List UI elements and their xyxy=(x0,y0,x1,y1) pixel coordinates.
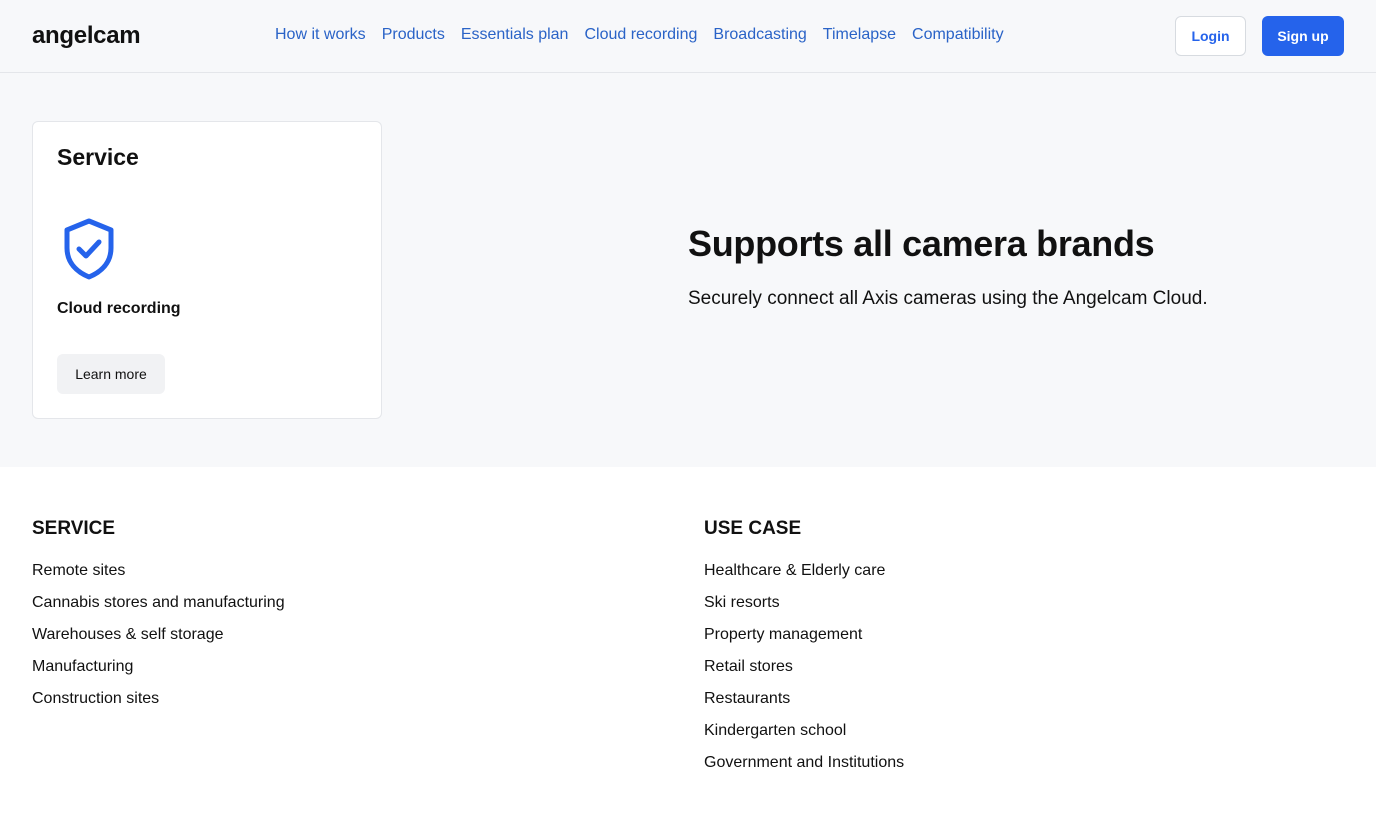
footer-link[interactable]: Manufacturing xyxy=(32,656,285,688)
card-title: Service xyxy=(57,144,139,170)
footer-link[interactable]: Healthcare & Elderly care xyxy=(704,560,904,592)
footer-use-case-list: Healthcare & Elderly care Ski resorts Pr… xyxy=(704,560,904,784)
footer-link[interactable]: Restaurants xyxy=(704,688,904,720)
nav-link-timelapse[interactable]: Timelapse xyxy=(823,26,896,44)
learn-more-button[interactable]: Learn more xyxy=(57,354,165,394)
service-card: Service Cloud recording Learn more xyxy=(32,121,382,419)
main-nav: How it works Products Essentials plan Cl… xyxy=(275,26,1004,44)
card-item-label: Cloud recording xyxy=(57,300,181,317)
footer-link[interactable]: Remote sites xyxy=(32,560,285,592)
footer-link[interactable]: Warehouses & self storage xyxy=(32,624,285,656)
footer-link[interactable]: Construction sites xyxy=(32,688,285,720)
footer: SERVICE Remote sites Cannabis stores and… xyxy=(0,467,1376,823)
footer-link[interactable]: Cannabis stores and manufacturing xyxy=(32,592,285,624)
nav-link-broadcasting[interactable]: Broadcasting xyxy=(713,26,806,44)
login-button[interactable]: Login xyxy=(1175,16,1246,56)
footer-use-case-title: USE CASE xyxy=(704,518,802,539)
footer-link[interactable]: Kindergarten school xyxy=(704,720,904,752)
footer-link[interactable]: Ski resorts xyxy=(704,592,904,624)
nav-link-cloud-recording[interactable]: Cloud recording xyxy=(584,26,697,44)
hero-title: Supports all camera brands xyxy=(688,223,1155,264)
footer-link[interactable]: Government and Institutions xyxy=(704,752,904,784)
nav-link-products[interactable]: Products xyxy=(382,26,445,44)
nav-link-compatibility[interactable]: Compatibility xyxy=(912,26,1004,44)
footer-service-list: Remote sites Cannabis stores and manufac… xyxy=(32,560,285,720)
footer-service-title: SERVICE xyxy=(32,518,116,539)
hero-section: Service Cloud recording Learn more Suppo… xyxy=(0,73,1376,467)
footer-link[interactable]: Retail stores xyxy=(704,656,904,688)
shield-check-icon xyxy=(64,218,114,280)
top-header: angelcam How it works Products Essential… xyxy=(0,0,1376,73)
logo[interactable]: angelcam xyxy=(32,22,141,50)
signup-button[interactable]: Sign up xyxy=(1262,16,1344,56)
hero-text: Securely connect all Axis cameras using … xyxy=(688,288,1208,309)
footer-use-case-column: USE CASE Healthcare & Elderly care Ski r… xyxy=(704,518,904,784)
footer-service-column: SERVICE Remote sites Cannabis stores and… xyxy=(32,518,285,720)
footer-link[interactable]: Property management xyxy=(704,624,904,656)
nav-link-essentials-plan[interactable]: Essentials plan xyxy=(461,26,569,44)
nav-link-how-it-works[interactable]: How it works xyxy=(275,26,366,44)
